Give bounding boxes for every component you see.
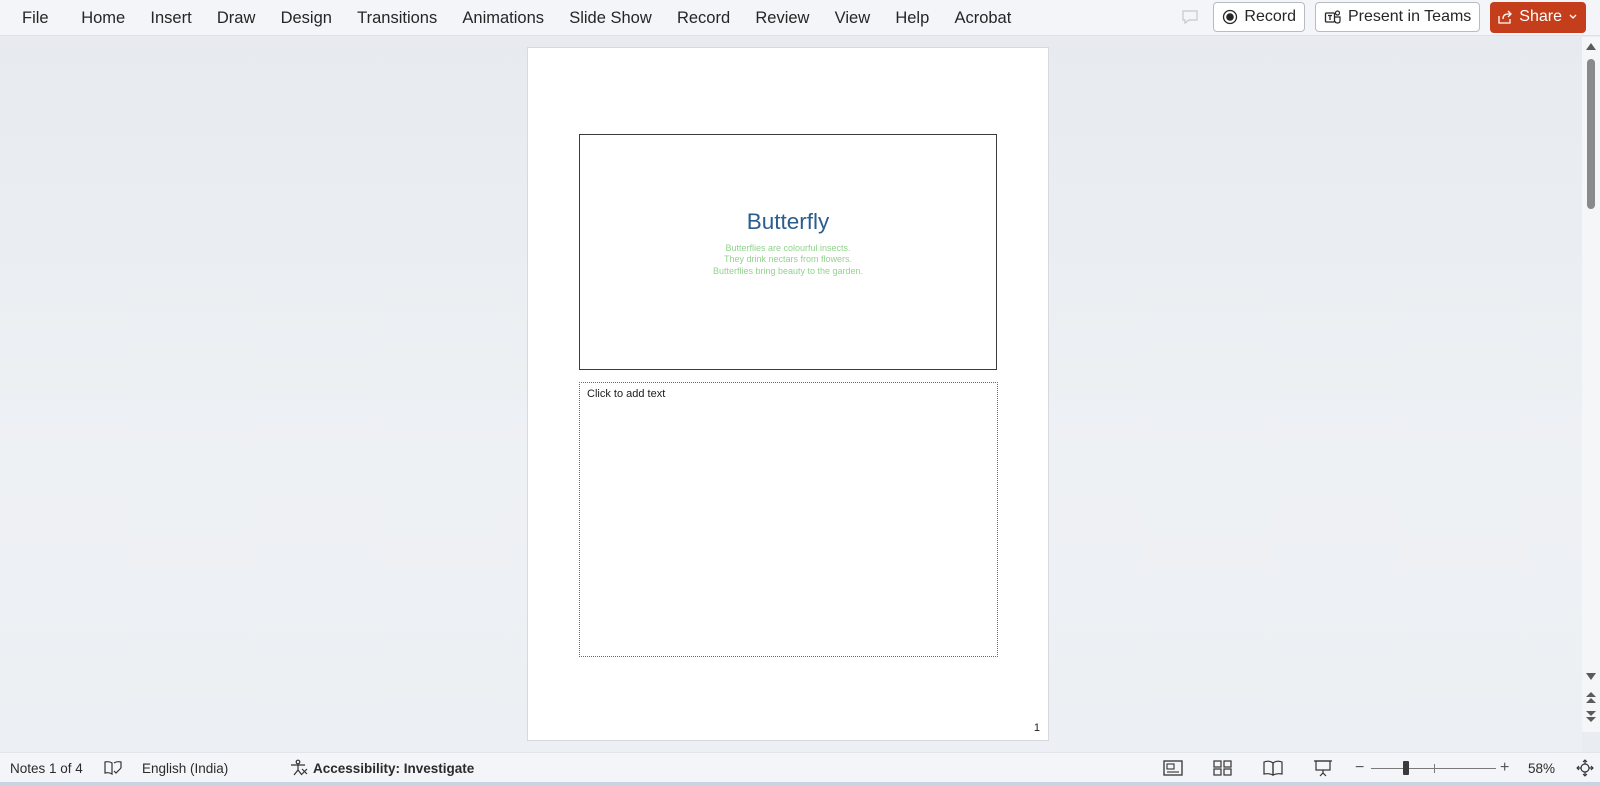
- reading-view-icon[interactable]: [1262, 759, 1284, 777]
- notes-position: Notes 1 of 4: [10, 760, 83, 776]
- tab-home[interactable]: Home: [69, 0, 138, 36]
- accessibility-status[interactable]: Accessibility: Investigate: [313, 753, 474, 783]
- language-indicator[interactable]: English (India): [142, 753, 228, 783]
- present-in-teams-label: Present in Teams: [1347, 8, 1472, 25]
- notes-text-placeholder[interactable]: Click to add text: [579, 382, 998, 657]
- comments-button[interactable]: [1177, 4, 1203, 30]
- tab-review[interactable]: Review: [743, 0, 822, 36]
- slide-body-line: Butterflies bring beauty to the garden.: [712, 265, 864, 276]
- zoom-slider-thumb[interactable]: [1403, 761, 1409, 775]
- scrollbar-thumb[interactable]: [1587, 59, 1595, 209]
- vertical-scrollbar[interactable]: [1582, 37, 1600, 732]
- notes-placeholder-text: Click to add text: [587, 388, 666, 400]
- zoom-out-icon[interactable]: −: [1355, 753, 1364, 783]
- share-button[interactable]: Share: [1490, 1, 1586, 33]
- share-button-label: Share: [1519, 8, 1562, 25]
- tab-view[interactable]: View: [822, 0, 883, 36]
- slide-title: Butterfly: [746, 208, 830, 234]
- accessibility-icon[interactable]: [288, 759, 310, 777]
- notes-page-workspace: Butterfly Butterflies are colourful inse…: [0, 37, 1582, 752]
- slide-thumbnail[interactable]: Butterfly Butterflies are colourful inse…: [579, 134, 997, 370]
- slide-body-line: They drink nectars from flowers.: [723, 254, 853, 265]
- scroll-up-arrow-icon[interactable]: [1586, 43, 1596, 50]
- tab-insert[interactable]: Insert: [138, 0, 204, 36]
- tab-help[interactable]: Help: [883, 0, 942, 36]
- notes-view-icon[interactable]: [1162, 759, 1184, 777]
- next-page-icon[interactable]: [1585, 709, 1597, 725]
- tab-file[interactable]: File: [0, 0, 69, 36]
- scroll-down-arrow-icon[interactable]: [1586, 673, 1596, 680]
- record-button-label: Record: [1244, 8, 1296, 25]
- zoom-level[interactable]: 58%: [1528, 753, 1555, 783]
- comment-icon: [1182, 10, 1198, 25]
- record-button[interactable]: Record: [1213, 2, 1305, 32]
- teams-icon: [1324, 10, 1341, 24]
- tab-slide-show[interactable]: Slide Show: [557, 0, 665, 36]
- slide-sorter-icon[interactable]: [1212, 759, 1234, 777]
- chevron-down-icon: [1569, 14, 1577, 19]
- fit-to-window-icon[interactable]: [1575, 759, 1595, 777]
- tab-acrobat[interactable]: Acrobat: [942, 0, 1024, 36]
- share-icon: [1498, 10, 1513, 24]
- slide-body: Butterflies are colourful insects. They …: [713, 243, 863, 278]
- record-icon: [1223, 9, 1238, 25]
- tab-record[interactable]: Record: [664, 0, 742, 36]
- zoom-slider-center-tick: [1434, 764, 1435, 773]
- previous-page-icon[interactable]: [1585, 689, 1597, 705]
- slide-show-icon[interactable]: [1312, 759, 1334, 777]
- slide-body-line: Butterflies are colourful insects.: [725, 242, 851, 253]
- page-number: 1: [1033, 722, 1040, 734]
- tab-transitions[interactable]: Transitions: [345, 0, 450, 36]
- notes-page: Butterfly Butterflies are colourful inse…: [527, 47, 1049, 741]
- ribbon-tabs: File Home Insert Draw Design Transitions…: [0, 0, 1024, 36]
- ribbon-actions: Record Present in Teams Share: [1177, 1, 1586, 33]
- spelling-check-icon[interactable]: [102, 759, 124, 777]
- zoom-in-icon[interactable]: +: [1500, 753, 1509, 783]
- ribbon-tab-bar: File Home Insert Draw Design Transitions…: [0, 0, 1600, 36]
- tab-animations[interactable]: Animations: [450, 0, 557, 36]
- tab-design[interactable]: Design: [268, 0, 345, 36]
- present-in-teams-button[interactable]: Present in Teams: [1314, 2, 1481, 32]
- window-bottom-edge: [0, 782, 1600, 786]
- tab-draw[interactable]: Draw: [204, 0, 268, 36]
- status-bar: Notes 1 of 4 English (India) Accessibili…: [0, 752, 1600, 786]
